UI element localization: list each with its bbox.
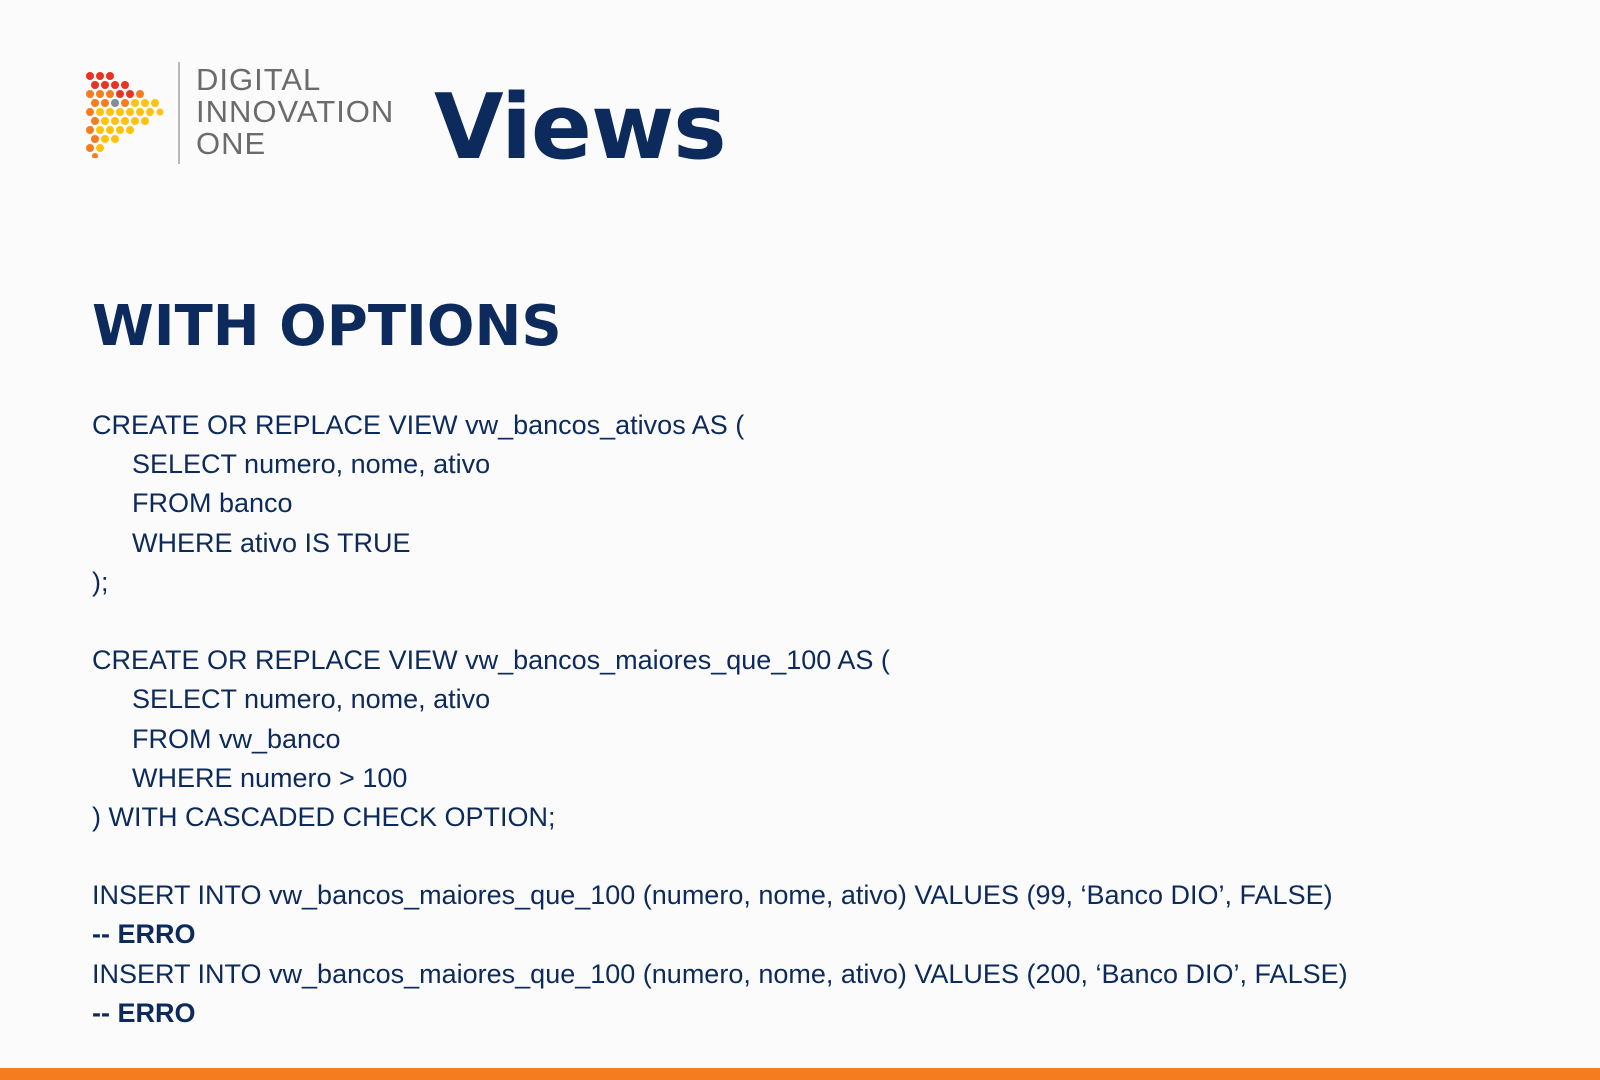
code-line: SELECT numero, nome, ativo xyxy=(132,684,491,715)
code-line: CREATE OR REPLACE VIEW vw_bancos_maiores… xyxy=(92,645,890,676)
code-line: WHERE ativo IS TRUE xyxy=(132,527,411,558)
dio-logo-icon xyxy=(86,72,164,158)
code-comment: -- ERRO xyxy=(92,997,196,1028)
code-line: FROM banco xyxy=(132,488,293,519)
code-line: CREATE OR REPLACE VIEW vw_bancos_ativos … xyxy=(92,410,745,440)
slide-header: DIGITAL INNOVATION ONE Views xyxy=(84,60,784,178)
logo-divider xyxy=(178,62,180,164)
code-line: INSERT INTO vw_bancos_maiores_que_100 (n… xyxy=(92,880,1333,911)
bottom-accent-bar xyxy=(0,1068,1600,1080)
logo-line-2: INNOVATION xyxy=(196,94,395,129)
page-title: Views xyxy=(434,75,727,180)
logo-line-3: ONE xyxy=(196,126,267,161)
section-title: WITH OPTIONS xyxy=(92,294,562,359)
sql-code-block: CREATE OR REPLACE VIEW vw_bancos_ativos … xyxy=(92,406,1532,1033)
code-line: ); xyxy=(92,566,109,597)
code-line: INSERT INTO vw_bancos_maiores_que_100 (n… xyxy=(92,958,1348,989)
code-line: FROM vw_banco xyxy=(132,723,341,754)
code-comment: -- ERRO xyxy=(92,919,196,950)
code-line: ) WITH CASCADED CHECK OPTION; xyxy=(92,801,556,832)
logo-wordmark: DIGITAL INNOVATION ONE xyxy=(196,64,394,160)
logo-line-1: DIGITAL xyxy=(196,62,322,97)
code-line: SELECT numero, nome, ativo xyxy=(132,449,491,480)
code-line: WHERE numero > 100 xyxy=(132,762,408,793)
